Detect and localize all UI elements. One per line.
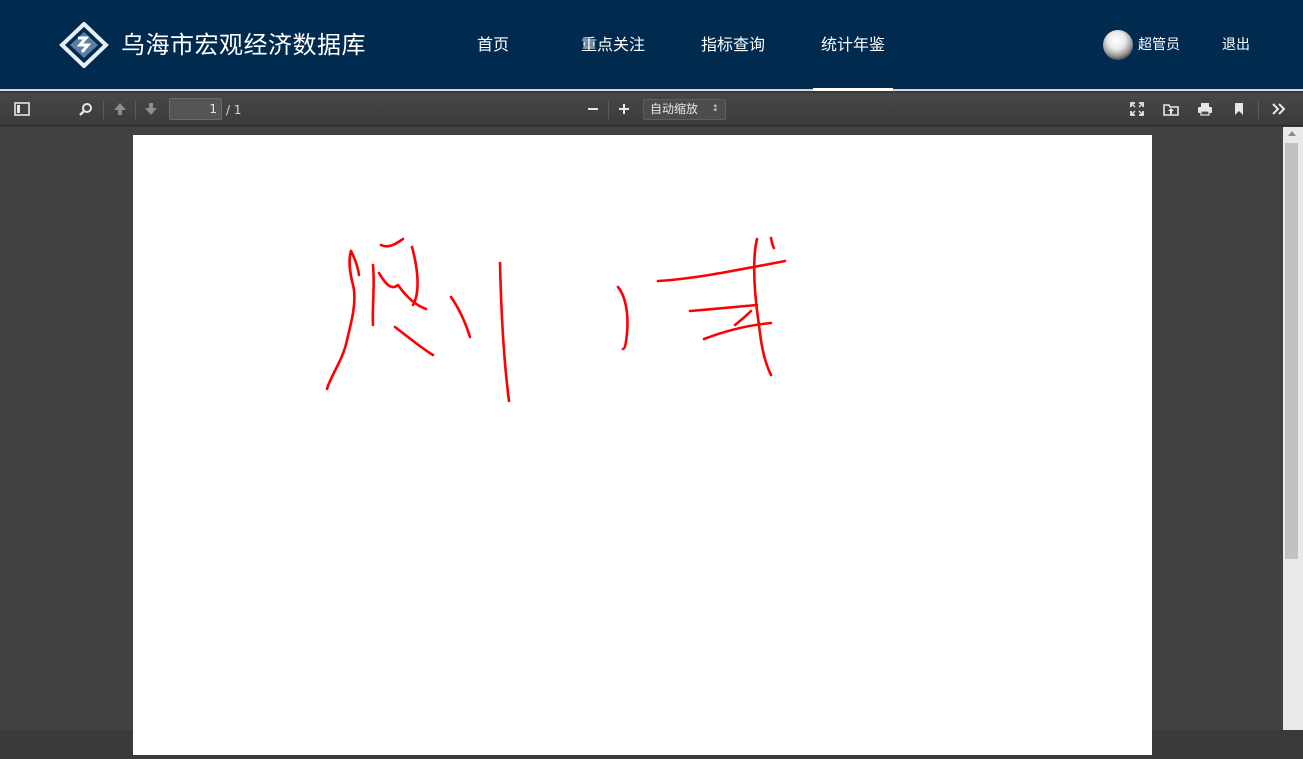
find-button[interactable] [75,99,97,119]
scroll-up-arrow-icon[interactable] [1288,131,1296,136]
presentation-mode-icon [1130,102,1144,116]
tools-button[interactable] [1268,99,1290,119]
page-number-input[interactable] [169,98,222,120]
zoom-value: 自动缩放 [650,102,699,116]
ink-stroke [377,271,428,311]
print-button[interactable] [1194,99,1216,119]
ink-stroke [325,249,356,391]
nav-key-focus[interactable]: 重点关注 [569,33,657,91]
ink-stroke [379,237,405,248]
handwritten-drawing [325,236,787,403]
toolbar-separator [135,101,136,119]
search-icon [79,103,92,116]
document-viewer[interactable] [0,127,1303,755]
pdf-viewer-toolbar: / 1 自动缩放 ↕ [0,93,1303,126]
presentation-mode-button[interactable] [1126,99,1148,119]
ink-stroke [616,285,629,351]
nav-indicator-query[interactable]: 指标查询 [689,33,777,91]
scrollbar-thumb[interactable] [1285,143,1298,559]
next-page-icon [145,103,157,115]
username[interactable]: 超管员 [1138,35,1180,55]
ink-stroke [371,263,376,327]
avatar[interactable] [1103,30,1133,60]
bookmark-button[interactable] [1228,99,1250,119]
print-icon [1198,103,1212,116]
previous-page-icon [114,103,126,115]
ink-stroke [769,236,776,250]
ink-stroke [656,259,787,283]
toolbar-separator [1258,101,1259,119]
ink-stroke [498,261,511,403]
ink-stroke [349,249,361,277]
pdf-page [133,135,1152,755]
top-navigation-bar: 乌海市宏观经济数据库 首页 重点关注 指标查询 统计年鉴 超管员 退出 [0,0,1303,91]
site-title: 乌海市宏观经济数据库 [121,31,366,59]
nav-home[interactable]: 首页 [465,33,521,91]
open-file-icon [1163,104,1179,116]
ink-stroke [688,303,759,313]
ink-stroke [410,245,419,307]
zoom-out-button[interactable] [582,99,604,119]
nav-statistical-yearbook[interactable]: 统计年鉴 [813,33,893,91]
ink-stroke [449,295,472,339]
toolbar-separator [103,101,104,119]
next-page-button[interactable] [140,99,162,119]
logout-link[interactable]: 退出 [1222,35,1250,55]
zoom-select[interactable]: 自动缩放 ↕ [643,99,726,120]
page-total: / 1 [226,103,242,117]
previous-page-button[interactable] [109,99,131,119]
ink-stroke [733,309,753,327]
zoom-in-icon [619,104,629,114]
ink-stroke [752,237,773,377]
tools-icon [1272,103,1286,115]
open-file-button[interactable] [1160,99,1182,119]
ink-stroke [393,325,435,357]
site-logo [59,22,109,68]
select-arrows-icon: ↕ [711,104,719,114]
vertical-scrollbar[interactable] [1283,127,1303,730]
sidebar-toggle-button[interactable] [11,99,33,119]
bookmark-icon [1235,103,1243,115]
sidebar-toggle-icon [14,102,30,116]
toolbar-separator [608,101,609,119]
zoom-in-button[interactable] [613,99,635,119]
zoom-out-icon [588,108,598,110]
